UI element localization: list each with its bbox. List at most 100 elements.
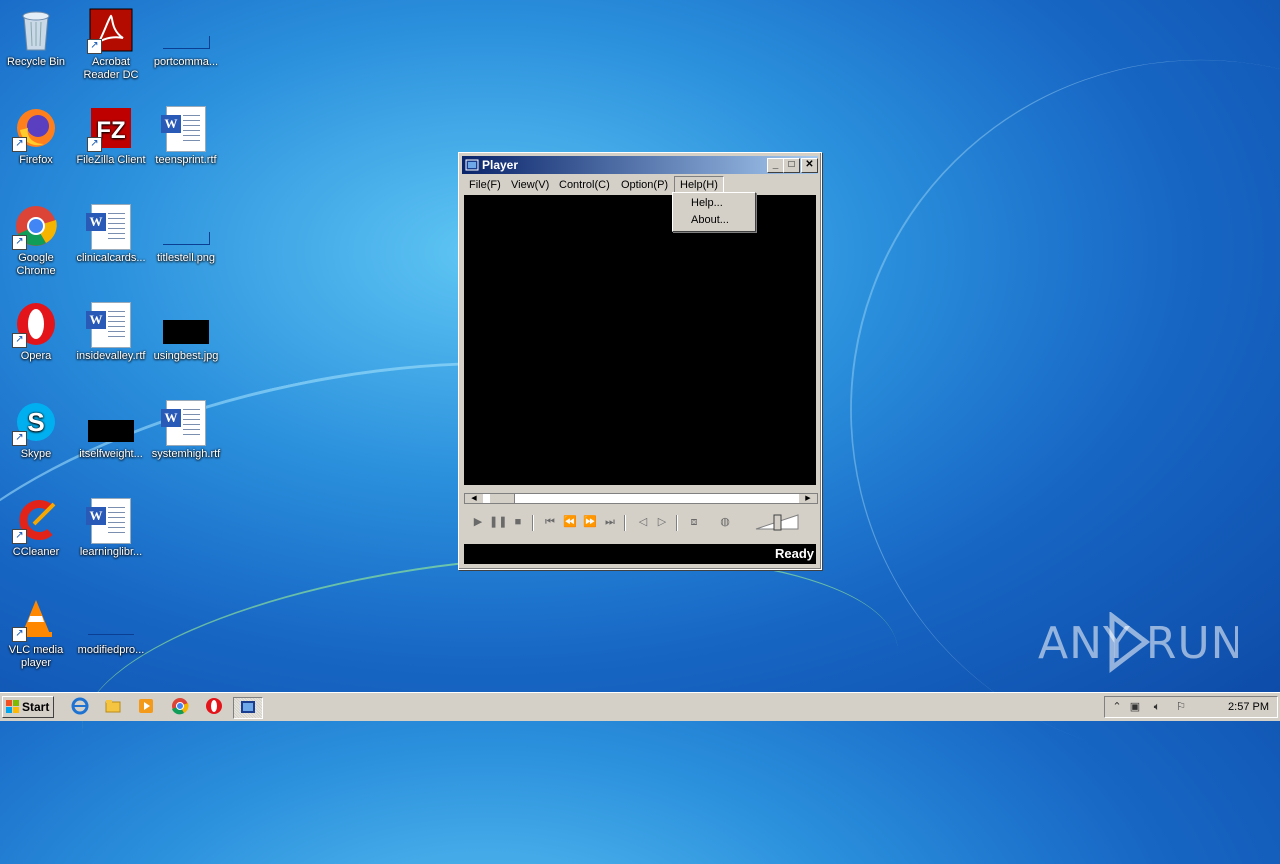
ie-icon[interactable]: [70, 697, 90, 717]
menu-file[interactable]: File(F): [464, 176, 506, 194]
skype-icon: S ↗: [12, 400, 58, 446]
desktop-icon-label: FileZilla Client: [76, 154, 146, 166]
desktop-icon-filezilla[interactable]: FZ ↗ FileZilla Client: [73, 100, 149, 167]
desktop-icon-label: modifiedpro...: [77, 644, 145, 656]
file-icon: [163, 8, 210, 52]
menu-item-about[interactable]: About...: [691, 212, 729, 228]
fullscreen-icon[interactable]: ⧈: [685, 513, 703, 531]
shortcut-arrow-icon: ↗: [12, 333, 27, 348]
desktop-icon-systemhigh[interactable]: W systemhigh.rtf: [148, 394, 224, 461]
taskbar: Start ⌃ ▣ 🔈︎ ⚐ 2:57 PM: [0, 692, 1280, 721]
desktop-icon-label: usingbest.jpg: [153, 350, 219, 362]
volume-icon[interactable]: 🔈︎: [1149, 699, 1165, 715]
word-document-icon: W: [86, 302, 133, 348]
media-player-icon[interactable]: [136, 697, 156, 717]
desktop-icon-label: Recycle Bin: [6, 56, 66, 68]
clock[interactable]: 2:57 PM: [1228, 697, 1269, 717]
playback-controls: ▶ ❚❚ ■ ⏮ ⏪ ⏩ ⏭ ◁ ▷ ⧈ ◍: [464, 511, 816, 535]
frame-forward-icon[interactable]: ▷: [653, 513, 671, 531]
status-text: Ready: [774, 546, 814, 561]
menu-view[interactable]: View(V): [506, 176, 554, 194]
window-title: Player: [482, 158, 519, 172]
player-taskbar-button[interactable]: [233, 697, 263, 719]
desktop-icon-learninglibr[interactable]: W learninglibr...: [73, 492, 149, 559]
show-hidden-icons-icon[interactable]: ⌃: [1109, 699, 1125, 715]
desktop-icon-opera[interactable]: ↗ Opera: [0, 296, 74, 363]
ccleaner-icon: ↗: [12, 498, 58, 544]
filezilla-icon: FZ ↗: [87, 106, 133, 152]
desktop-icon-label: clinicalcards...: [76, 252, 146, 264]
desktop-icon-itselfweight[interactable]: itselfweight...: [73, 394, 149, 461]
firefox-icon: ↗: [12, 106, 58, 152]
seek-right-arrow-icon[interactable]: ▶: [799, 494, 817, 503]
skip-back-icon[interactable]: ⏮: [541, 513, 559, 531]
desktop-icon-ccleaner[interactable]: ↗ CCleaner: [0, 492, 74, 559]
desktop-icon-label: Skype: [20, 448, 52, 460]
desktop-icon-google-chrome[interactable]: ↗ Google Chrome: [0, 198, 74, 278]
windows-logo-icon: [6, 700, 19, 713]
menu-control[interactable]: Control(C): [554, 176, 615, 194]
skip-forward-icon[interactable]: ⏭: [601, 513, 619, 531]
video-area[interactable]: [464, 195, 816, 485]
desktop-icon-label: Google Chrome: [16, 252, 56, 277]
explorer-folder-icon[interactable]: [103, 697, 123, 717]
desktop-icon-label: portcomma...: [153, 56, 219, 68]
title-bar[interactable]: Player _ □ ✕: [462, 156, 818, 174]
system-tray: ⌃ ▣ 🔈︎ ⚐ 2:57 PM: [1104, 696, 1278, 718]
desktop-icon-clinicalcards[interactable]: W clinicalcards...: [73, 198, 149, 265]
play-icon[interactable]: ▶: [469, 513, 487, 531]
seek-thumb[interactable]: [489, 494, 515, 503]
pause-icon[interactable]: ❚❚: [489, 513, 507, 531]
stop-icon[interactable]: ■: [509, 513, 527, 531]
shortcut-arrow-icon: ↗: [12, 627, 27, 642]
fast-forward-icon[interactable]: ⏩: [581, 513, 599, 531]
seek-bar[interactable]: ◀ ▶: [464, 493, 818, 504]
mute-speaker-icon[interactable]: ◍: [716, 513, 734, 531]
menu-item-help[interactable]: Help...: [691, 195, 723, 211]
desktop-icon-label: insidevalley.rtf: [76, 350, 146, 362]
desktop-icon-label: Acrobat Reader DC: [83, 56, 139, 81]
start-button[interactable]: Start: [2, 696, 54, 718]
shortcut-arrow-icon: ↗: [12, 235, 27, 250]
acrobat-icon: ↗: [87, 8, 133, 54]
chrome-taskbar-icon[interactable]: [170, 697, 190, 717]
desktop-icon-recycle-bin[interactable]: Recycle Bin: [0, 2, 74, 69]
minimize-button[interactable]: _: [767, 158, 784, 173]
recycle-bin-icon: [14, 8, 58, 52]
desktop-icon-label: VLC media player: [8, 644, 64, 669]
desktop-icon-vlc[interactable]: ↗ VLC media player: [0, 590, 74, 670]
word-document-icon: W: [86, 204, 133, 250]
desktop-icon-modifiedpro[interactable]: modifiedpro...: [73, 590, 149, 657]
close-button[interactable]: ✕: [801, 158, 818, 173]
start-label: Start: [22, 700, 50, 714]
player-window[interactable]: Player _ □ ✕ File(F) View(V) Control(C) …: [458, 152, 822, 570]
action-center-flag-icon[interactable]: ⚐: [1173, 699, 1189, 715]
desktop-icon-portcomma[interactable]: portcomma...: [148, 2, 224, 69]
network-icon[interactable]: ▣: [1127, 699, 1143, 715]
watermark-text: ANY RUN: [1038, 618, 1238, 669]
chrome-icon: ↗: [12, 204, 58, 250]
menu-option[interactable]: Option(P): [616, 176, 673, 194]
desktop-icon-skype[interactable]: S ↗ Skype: [0, 394, 74, 461]
maximize-button[interactable]: □: [783, 158, 800, 173]
desktop-icon-label: teensprint.rtf: [155, 154, 217, 166]
desktop-icon-firefox[interactable]: ↗ Firefox: [0, 100, 74, 167]
toolbar-separator: [532, 515, 534, 531]
volume-slider[interactable]: [754, 513, 802, 531]
shortcut-arrow-icon: ↗: [87, 39, 102, 54]
desktop-icon-titlestell[interactable]: titlestell.png: [148, 198, 224, 265]
desktop-icon-label: titlestell.png: [156, 252, 216, 264]
desktop-icon-insidevalley[interactable]: W insidevalley.rtf: [73, 296, 149, 363]
opera-taskbar-icon[interactable]: [204, 697, 224, 717]
desktop-icon-label: learninglibr...: [79, 546, 143, 558]
desktop-icon-label: Opera: [20, 350, 52, 362]
desktop-icon-label: CCleaner: [12, 546, 60, 558]
desktop-icon-label: systemhigh.rtf: [151, 448, 221, 460]
desktop-icon-acrobat-reader[interactable]: ↗ Acrobat Reader DC: [73, 2, 149, 82]
seek-left-arrow-icon[interactable]: ◀: [465, 494, 483, 503]
rewind-icon[interactable]: ⏪: [561, 513, 579, 531]
frame-back-icon[interactable]: ◁: [634, 513, 652, 531]
opera-icon: ↗: [12, 302, 58, 348]
desktop-icon-usingbest[interactable]: usingbest.jpg: [148, 296, 224, 363]
desktop-icon-teensprint[interactable]: W teensprint.rtf: [148, 100, 224, 167]
